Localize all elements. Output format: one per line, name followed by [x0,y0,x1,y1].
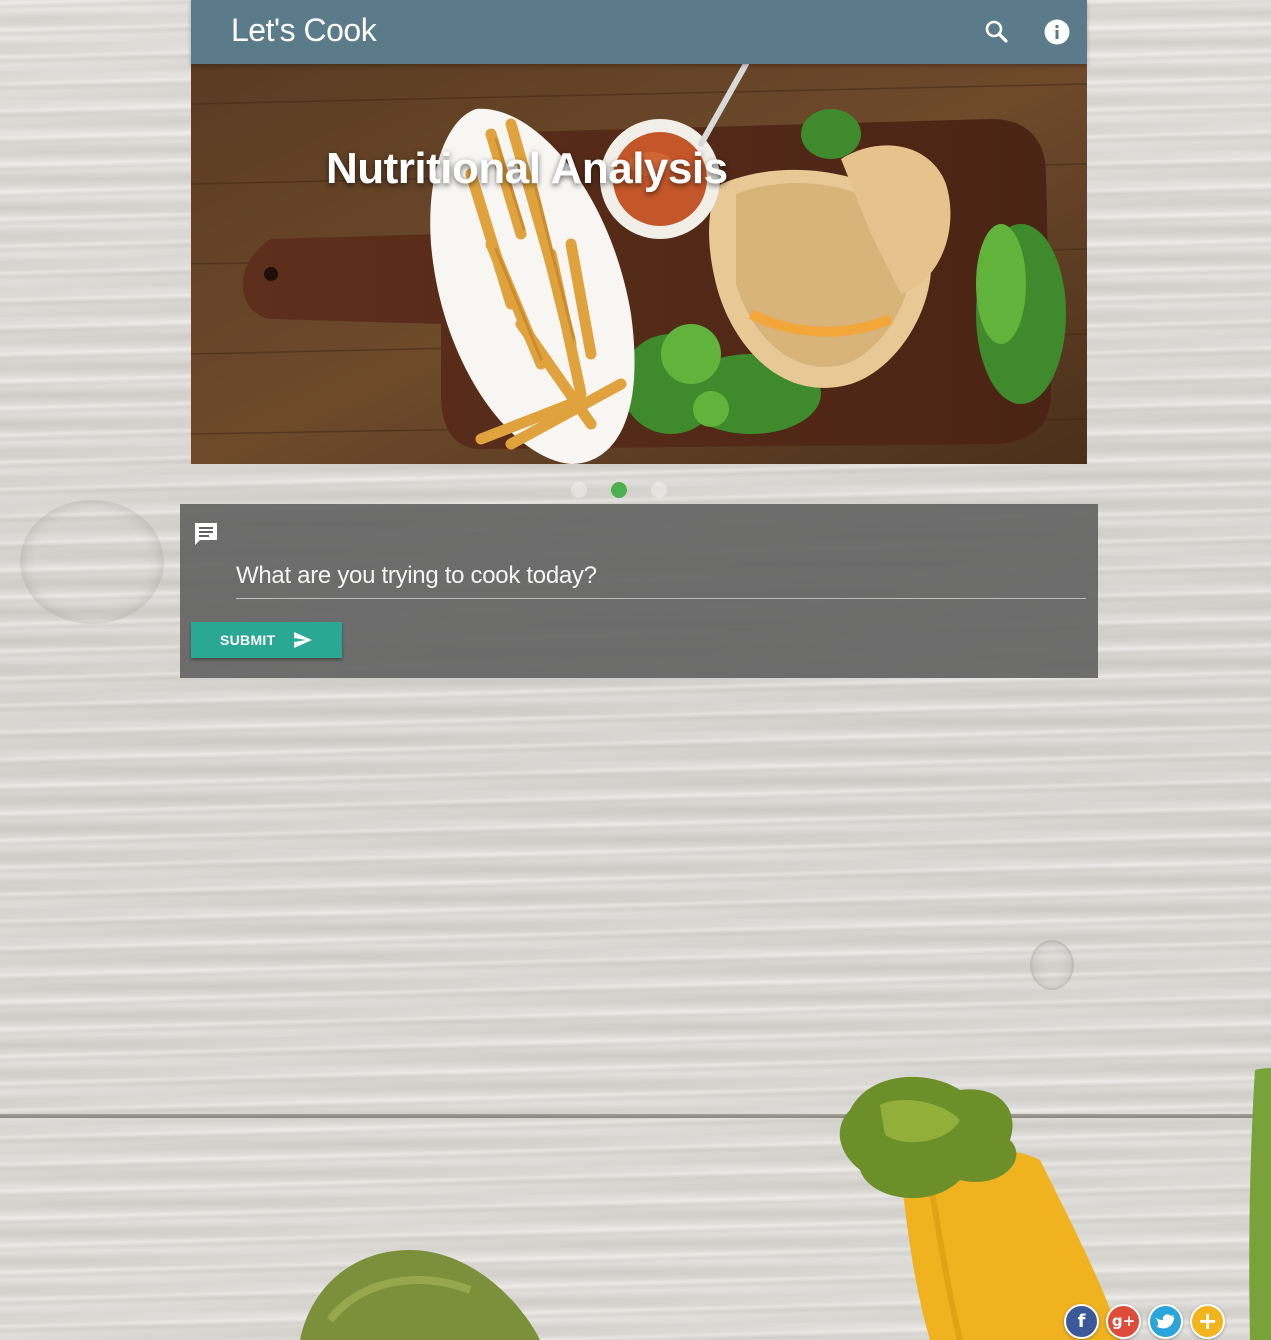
send-icon [293,631,313,652]
carousel-dot-1[interactable] [571,482,587,498]
hero-carousel[interactable]: Nutritional Analysis [191,64,1087,464]
submit-label: SUBMIT [220,632,276,648]
add-share-button[interactable]: + [1190,1304,1225,1339]
facebook-icon: f [1077,1311,1086,1332]
recipe-query-input[interactable] [236,554,1086,599]
hero-food-image [191,64,1087,464]
google-plus-icon: g+ [1111,1312,1136,1330]
google-plus-share-button[interactable]: g+ [1106,1304,1141,1339]
wood-knot [20,500,164,624]
app-title: Let's Cook [231,12,377,48]
plus-icon: + [1197,1307,1218,1335]
app-bar: Let's Cook [191,0,1087,64]
wood-plank-seam [0,1114,1271,1118]
chat-message-icon [192,520,220,553]
recipe-query-panel: SUBMIT [180,504,1098,678]
hero-title: Nutritional Analysis [326,144,728,193]
facebook-share-button[interactable]: f [1064,1304,1099,1339]
wood-knot [1030,940,1074,990]
submit-button[interactable]: SUBMIT [191,622,342,658]
info-icon[interactable] [1039,14,1075,50]
search-icon[interactable] [979,14,1015,50]
carousel-dot-2-active[interactable] [611,482,627,498]
twitter-share-button[interactable] [1148,1304,1183,1339]
twitter-icon [1153,1314,1175,1329]
carousel-dot-3[interactable] [651,482,667,498]
